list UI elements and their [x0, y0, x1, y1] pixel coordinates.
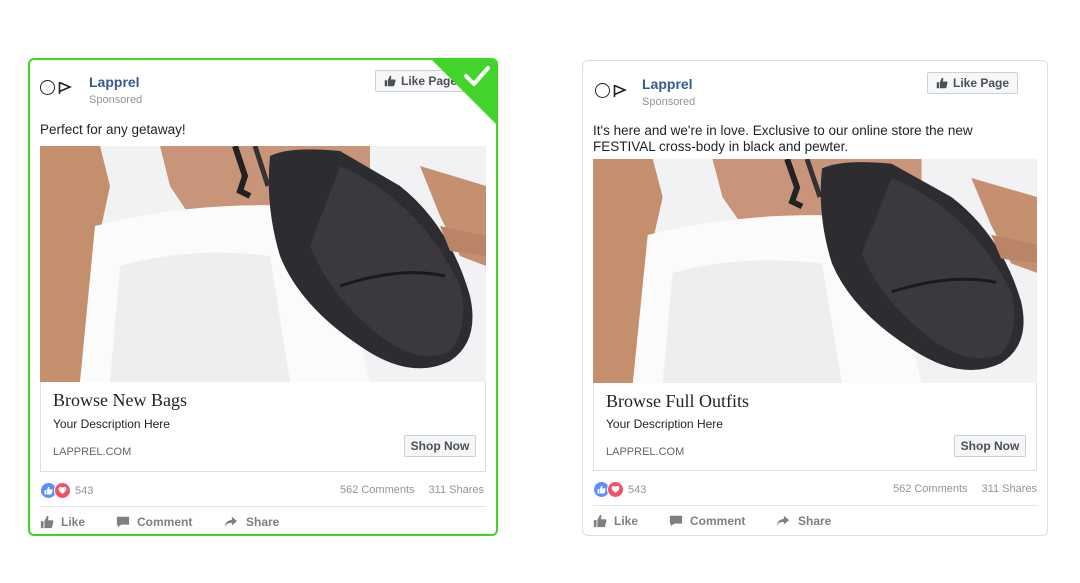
brand-logo: [595, 83, 627, 98]
share-action-button[interactable]: Share: [775, 514, 831, 528]
reaction-count: 543: [75, 484, 94, 497]
like-action-button[interactable]: Like: [40, 515, 85, 529]
thumbs-up-icon: [593, 514, 607, 528]
sponsored-label: Sponsored: [642, 96, 696, 108]
display-domain: LAPPREL.COM: [53, 446, 132, 458]
ad-description: Your Description Here: [606, 417, 723, 431]
ad-primary-text: It's here and we're in love. Exclusive t…: [593, 123, 973, 154]
like-action-button[interactable]: Like: [593, 514, 638, 528]
flag-icon: [613, 84, 627, 97]
product-photo-icon: [593, 159, 1037, 383]
link-preview[interactable]: Browse Full Outfits Your Description Her…: [593, 383, 1037, 471]
product-photo-icon: [40, 146, 486, 382]
ad-image[interactable]: [593, 159, 1037, 383]
share-icon: [775, 514, 791, 528]
divider: [593, 505, 1037, 506]
ad-image[interactable]: [40, 146, 486, 382]
ad-description: Your Description Here: [53, 417, 170, 431]
link-preview[interactable]: Browse New Bags Your Description Here LA…: [40, 382, 486, 472]
page-name-link[interactable]: Lapprel: [642, 76, 693, 92]
selected-checkmark-icon: [432, 60, 496, 124]
reaction-summary[interactable]: 543: [40, 482, 93, 499]
comments-count[interactable]: 562 Comments: [893, 483, 968, 495]
ad-primary-text: Perfect for any getaway!: [40, 122, 186, 137]
like-page-button[interactable]: Like Page: [927, 72, 1019, 94]
page-name-link[interactable]: Lapprel: [89, 74, 140, 90]
sponsored-label: Sponsored: [89, 94, 143, 106]
love-reaction-icon: [607, 481, 624, 498]
comment-action-button[interactable]: Comment: [116, 515, 192, 529]
comment-action-label: Comment: [137, 515, 193, 529]
ad-headline: Browse New Bags: [53, 390, 187, 410]
thumbs-up-icon: [384, 75, 396, 87]
shop-now-button[interactable]: Shop Now: [404, 435, 476, 457]
love-reaction-icon: [54, 482, 71, 499]
comment-action-label: Comment: [690, 514, 746, 528]
comment-icon: [669, 514, 683, 528]
flag-icon: [58, 81, 72, 94]
thumbs-up-icon: [936, 77, 948, 89]
like-action-label: Like: [614, 514, 639, 528]
shares-count[interactable]: 311 Shares: [429, 484, 484, 496]
shares-count[interactable]: 311 Shares: [982, 483, 1037, 495]
comments-count[interactable]: 562 Comments: [340, 484, 415, 496]
reaction-count: 543: [628, 483, 647, 496]
shop-now-button[interactable]: Shop Now: [954, 435, 1026, 457]
engagement-counts: 562 Comments 311 Shares: [893, 483, 1037, 495]
engagement-counts: 562 Comments 311 Shares: [340, 484, 484, 496]
share-icon: [223, 515, 239, 529]
ad-preview-card[interactable]: Lapprel Sponsored Like Page It's here an…: [582, 60, 1048, 536]
comment-action-button[interactable]: Comment: [669, 514, 745, 528]
thumbs-up-icon: [40, 515, 54, 529]
like-page-label: Like Page: [953, 76, 1010, 90]
share-action-button[interactable]: Share: [223, 515, 279, 529]
ad-preview-card[interactable]: Lapprel Sponsored Like Page Perfect for …: [28, 58, 498, 536]
ad-headline: Browse Full Outfits: [606, 391, 750, 411]
like-action-label: Like: [61, 515, 86, 529]
display-domain: LAPPREL.COM: [606, 446, 685, 458]
divider: [40, 506, 486, 507]
share-action-label: Share: [798, 514, 832, 528]
brand-logo: [40, 80, 72, 95]
share-action-label: Share: [246, 515, 280, 529]
comment-icon: [116, 515, 130, 529]
reaction-summary[interactable]: 543: [593, 481, 646, 498]
